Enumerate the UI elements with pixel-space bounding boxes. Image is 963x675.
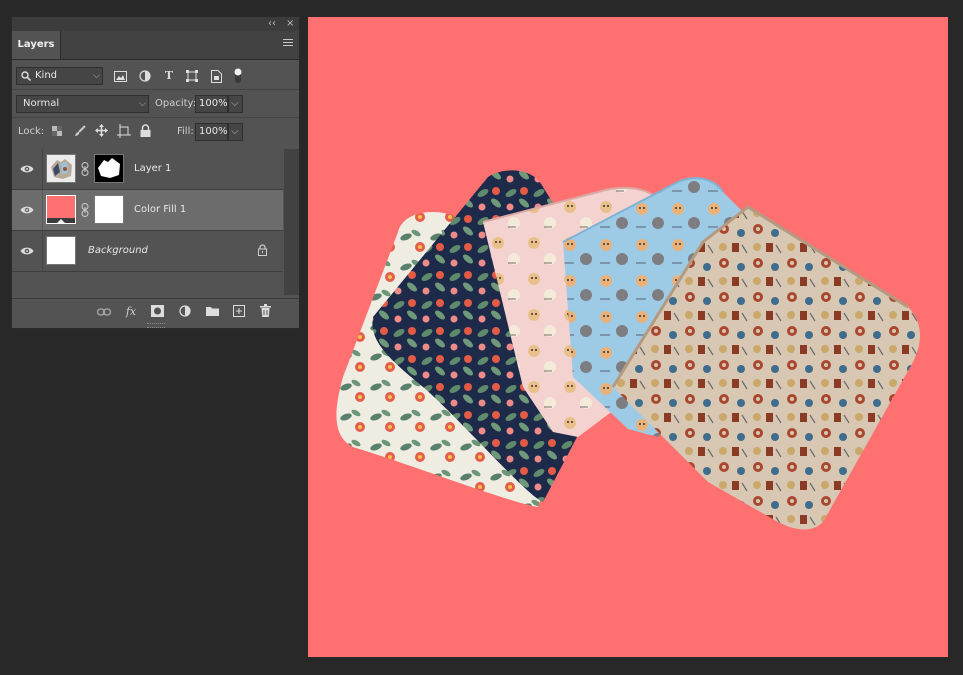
- tab-layers[interactable]: Layers: [12, 31, 61, 59]
- panel-menu-icon[interactable]: [283, 39, 293, 48]
- fx-icon[interactable]: fx: [124, 305, 138, 319]
- layers-list: Layer 1 Color Fill 1 Background: [12, 149, 283, 295]
- mask-link-icon[interactable]: [81, 203, 89, 217]
- layer-name[interactable]: Color Fill 1: [134, 202, 186, 218]
- eye-icon[interactable]: [20, 245, 34, 257]
- lock-position-icon[interactable]: [95, 124, 108, 137]
- blend-mode-value: Normal: [23, 98, 60, 109]
- link-layers-icon[interactable]: [97, 307, 111, 317]
- layer-mask-thumbnail[interactable]: [94, 154, 124, 183]
- add-mask-icon[interactable]: [151, 305, 164, 317]
- panel-header: ‹‹ ×: [12, 17, 299, 31]
- filter-smart-objects-icon[interactable]: [211, 70, 222, 83]
- filter-kind-label: Kind: [35, 70, 58, 81]
- panel-resize-grip[interactable]: [147, 323, 165, 328]
- lock-artboard-icon[interactable]: [117, 124, 131, 138]
- layer-name[interactable]: Layer 1: [134, 161, 171, 177]
- lock-image-pixels-icon[interactable]: [74, 125, 86, 137]
- filter-type-layers-icon[interactable]: T: [162, 69, 176, 83]
- fill-dropdown-button[interactable]: ⌵: [228, 123, 243, 141]
- close-panel-button[interactable]: ×: [286, 18, 294, 30]
- lock-all-icon[interactable]: [140, 124, 151, 137]
- chevron-down-icon: ⌵: [93, 71, 100, 81]
- new-layer-icon[interactable]: [233, 305, 245, 317]
- filter-kind-select[interactable]: Kind ⌵: [16, 67, 103, 85]
- collapse-panel-button[interactable]: ‹‹: [268, 18, 276, 30]
- lock-transparent-pixels-icon[interactable]: [52, 126, 62, 136]
- layers-scrollbar[interactable]: [284, 149, 299, 295]
- eye-icon[interactable]: [20, 204, 34, 216]
- blend-mode-select[interactable]: Normal ⌵: [16, 95, 149, 113]
- layer-row-color-fill-1[interactable]: Color Fill 1: [12, 190, 283, 231]
- panel-footer: fx: [12, 298, 299, 325]
- new-adjustment-layer-icon[interactable]: [179, 305, 192, 318]
- lock-icon[interactable]: [258, 244, 267, 256]
- filter-shape-layers-icon[interactable]: [186, 70, 198, 82]
- search-icon: [21, 71, 31, 81]
- fabric-pouches-photo: [336, 170, 920, 530]
- chevron-down-icon: ⌵: [139, 99, 146, 109]
- layer-name[interactable]: Background: [88, 243, 148, 259]
- opacity-label: Opacity:: [155, 98, 197, 109]
- filter-pixel-layers-icon[interactable]: [114, 71, 127, 82]
- delete-layer-icon[interactable]: [260, 304, 271, 317]
- lock-label: Lock:: [18, 126, 45, 137]
- opacity-dropdown-button[interactable]: ⌵: [228, 95, 243, 113]
- new-group-folder-icon[interactable]: [206, 306, 219, 316]
- layer-row-background[interactable]: Background: [12, 231, 283, 272]
- filter-adjustment-layers-icon[interactable]: [139, 70, 151, 82]
- mask-link-icon[interactable]: [81, 162, 89, 176]
- layer-thumbnail: [46, 236, 76, 265]
- layers-panel: ‹‹ × Layers Kind ⌵ T Normal ⌵ Opacity: 1…: [11, 16, 300, 329]
- fill-input[interactable]: 100%: [195, 123, 228, 141]
- opacity-input[interactable]: 100%: [195, 95, 228, 113]
- document-canvas[interactable]: [308, 17, 948, 657]
- color-fill-swatch[interactable]: [46, 195, 76, 224]
- layer-mask-thumbnail[interactable]: [94, 195, 124, 224]
- eye-icon[interactable]: [20, 163, 34, 175]
- filter-toggle-switch[interactable]: [233, 67, 243, 85]
- fill-label: Fill:: [177, 126, 194, 137]
- layer-thumbnail: [46, 154, 76, 183]
- panel-tab-row: Layers: [12, 31, 299, 60]
- layer-row-layer-1[interactable]: Layer 1: [12, 149, 283, 190]
